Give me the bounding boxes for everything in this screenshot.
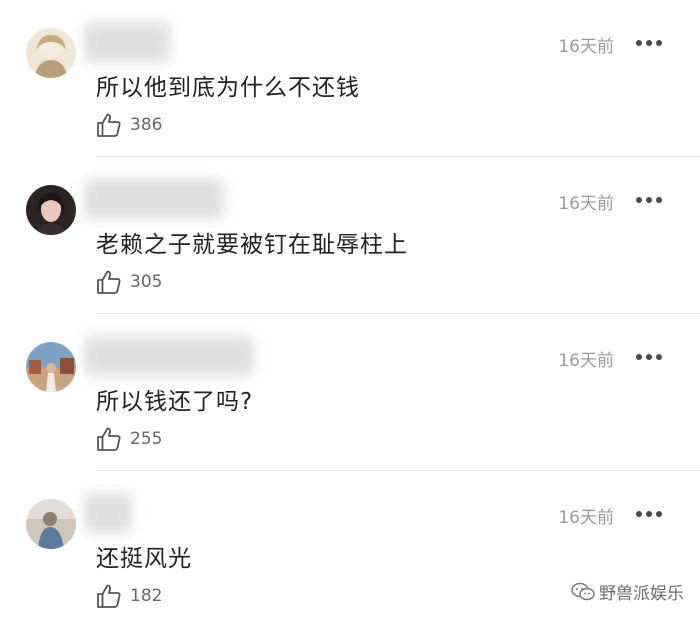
avatar[interactable] xyxy=(26,185,76,235)
more-dots-icon[interactable] xyxy=(636,197,662,203)
thumbs-up-icon xyxy=(97,113,121,137)
username-blurred xyxy=(84,336,254,376)
comment-item: 16天前 还挺风光 182 xyxy=(0,471,700,628)
timestamp: 16天前 xyxy=(558,37,614,57)
like-count: 305 xyxy=(130,272,163,292)
comment-text: 所以他到底为什么不还钱 xyxy=(96,75,360,101)
comment-item: 16天前 所以钱还了吗? 255 xyxy=(0,314,700,471)
like-count: 255 xyxy=(130,429,163,449)
avatar[interactable] xyxy=(26,28,76,78)
like-count: 182 xyxy=(130,586,163,606)
like-button[interactable]: 255 xyxy=(96,426,162,452)
username-blurred xyxy=(84,179,224,219)
comment-text: 老赖之子就要被钉在耻辱柱上 xyxy=(96,232,408,258)
thumbs-up-icon xyxy=(97,584,121,608)
more-dots-icon[interactable] xyxy=(636,511,662,517)
username-blurred xyxy=(84,493,132,533)
more-dots-icon[interactable] xyxy=(636,354,662,360)
like-button[interactable]: 182 xyxy=(96,583,162,609)
watermark-text: 野兽派娱乐 xyxy=(599,584,684,604)
thumbs-up-icon xyxy=(97,427,121,451)
username-blurred xyxy=(84,22,170,62)
comment-item: 16天前 老赖之子就要被钉在耻辱柱上 305 xyxy=(0,157,700,314)
like-button[interactable]: 386 xyxy=(96,112,162,138)
comment-text: 所以钱还了吗? xyxy=(96,389,254,415)
timestamp: 16天前 xyxy=(558,508,614,528)
more-dots-icon[interactable] xyxy=(636,40,662,46)
avatar[interactable] xyxy=(26,342,76,392)
watermark: 野兽派娱乐 xyxy=(571,579,684,604)
avatar[interactable] xyxy=(26,499,76,549)
like-count: 386 xyxy=(130,115,163,135)
wechat-icon xyxy=(571,582,595,600)
thumbs-up-icon xyxy=(97,270,121,294)
timestamp: 16天前 xyxy=(558,351,614,371)
timestamp: 16天前 xyxy=(558,194,614,214)
like-button[interactable]: 305 xyxy=(96,269,162,295)
comment-item: 16天前 所以他到底为什么不还钱 386 xyxy=(0,0,700,157)
comment-text: 还挺风光 xyxy=(96,546,192,572)
